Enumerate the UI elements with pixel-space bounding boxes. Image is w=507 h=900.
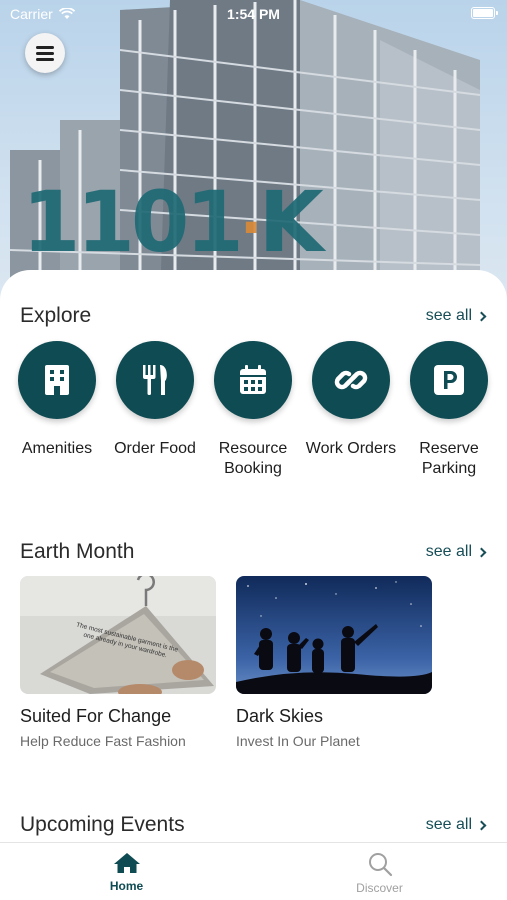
chevron-right-icon bbox=[476, 311, 487, 321]
suited-for-change-image: The most sustainable garment is the one … bbox=[20, 576, 216, 694]
content-card: Explore see all Amenities Order Food Res… bbox=[0, 270, 507, 842]
status-time: 1:54 PM bbox=[227, 6, 280, 22]
see-all-label: see all bbox=[425, 543, 472, 560]
explore-see-all-link[interactable]: see all bbox=[425, 307, 487, 325]
reserve-parking-button[interactable] bbox=[410, 341, 488, 419]
logo-number: 1101 bbox=[22, 173, 244, 271]
tab-label: Discover bbox=[356, 881, 403, 895]
explore-item-resource-booking[interactable]: Resource Booking bbox=[204, 341, 302, 479]
building-icon bbox=[45, 365, 69, 395]
card-title: Suited For Change bbox=[20, 706, 172, 726]
chevron-right-icon bbox=[476, 547, 487, 557]
explore-label: Resource Booking bbox=[218, 440, 288, 477]
home-icon bbox=[113, 853, 140, 873]
card-subtitle: Help Reduce Fast Fashion bbox=[20, 733, 186, 749]
earth-month-cards: The most sustainable garment is the one … bbox=[20, 576, 432, 749]
parking-icon bbox=[434, 365, 464, 395]
hero-banner: Carrier 1:54 PM 1101·K bbox=[0, 0, 507, 300]
card-suited-for-change[interactable]: The most sustainable garment is the one … bbox=[20, 576, 216, 749]
hamburger-icon bbox=[36, 44, 54, 62]
work-orders-button[interactable] bbox=[312, 341, 390, 419]
earth-month-header: Earth Month see all bbox=[20, 540, 487, 564]
explore-item-order-food[interactable]: Order Food bbox=[106, 341, 204, 479]
logo-dot: · bbox=[239, 193, 263, 264]
explore-shortcuts: Amenities Order Food Resource Booking Wo… bbox=[8, 341, 505, 479]
resource-booking-button[interactable] bbox=[214, 341, 292, 419]
utensils-icon bbox=[143, 365, 167, 395]
explore-label: Work Orders bbox=[305, 440, 397, 457]
order-food-button[interactable] bbox=[116, 341, 194, 419]
tab-discover[interactable]: Discover bbox=[253, 843, 506, 900]
upcoming-events-title: Upcoming Events bbox=[20, 813, 185, 836]
status-bar: Carrier 1:54 PM bbox=[0, 0, 507, 28]
dark-skies-image bbox=[236, 576, 432, 694]
card-dark-skies[interactable]: Dark Skies Invest In Our Planet bbox=[236, 576, 432, 749]
explore-item-amenities[interactable]: Amenities bbox=[8, 341, 106, 479]
amenities-button[interactable] bbox=[18, 341, 96, 419]
link-icon bbox=[334, 370, 368, 390]
explore-item-work-orders[interactable]: Work Orders bbox=[302, 341, 400, 479]
explore-header: Explore see all bbox=[20, 304, 487, 328]
see-all-label: see all bbox=[425, 816, 472, 833]
earth-month-title: Earth Month bbox=[20, 540, 135, 563]
upcoming-events-header: Upcoming Events see all bbox=[20, 813, 487, 837]
card-title: Dark Skies bbox=[236, 706, 324, 726]
explore-label: Reserve Parking bbox=[419, 440, 479, 477]
hamburger-menu-button[interactable] bbox=[25, 33, 65, 73]
chevron-right-icon bbox=[476, 820, 487, 830]
bottom-tab-bar: Home Discover bbox=[0, 842, 507, 900]
see-all-label: see all bbox=[425, 307, 472, 324]
battery-icon bbox=[471, 7, 498, 19]
logo-letter: K bbox=[258, 173, 324, 271]
building-logo: 1101·K bbox=[22, 180, 324, 270]
earth-month-see-all-link[interactable]: see all bbox=[425, 543, 487, 561]
explore-label: Order Food bbox=[114, 440, 196, 457]
tab-home[interactable]: Home bbox=[0, 843, 253, 900]
upcoming-events-see-all-link[interactable]: see all bbox=[425, 816, 487, 834]
explore-label: Amenities bbox=[21, 440, 93, 457]
explore-title: Explore bbox=[20, 304, 92, 327]
calendar-icon bbox=[240, 365, 266, 394]
tab-label: Home bbox=[109, 879, 144, 893]
card-subtitle: Invest In Our Planet bbox=[236, 733, 360, 749]
search-icon bbox=[368, 853, 392, 877]
explore-item-reserve-parking[interactable]: Reserve Parking bbox=[400, 341, 498, 479]
